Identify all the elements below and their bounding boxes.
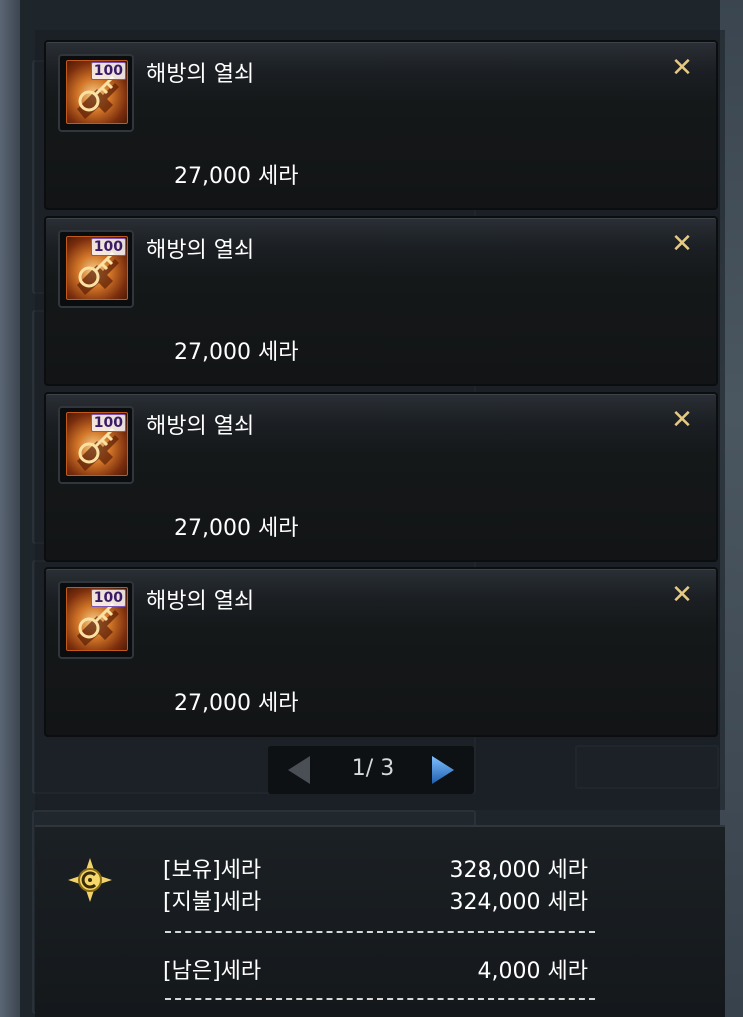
- paid-sera-label: [지불]세라: [163, 890, 262, 915]
- item-price: 27,000 세라: [174, 164, 299, 189]
- key-item-icon: 100: [66, 236, 128, 300]
- summary-divider: [165, 998, 595, 1000]
- key-item-icon: 100: [66, 60, 128, 124]
- level-badge: 100: [90, 589, 126, 607]
- key-item-icon: 100: [66, 587, 128, 651]
- item-slot[interactable]: 100: [58, 230, 134, 308]
- level-badge: 100: [90, 62, 126, 80]
- owned-sera-label: [보유]세라: [163, 858, 262, 883]
- remove-item-icon[interactable]: ✕: [668, 406, 696, 434]
- next-page-arrow-icon[interactable]: [426, 754, 460, 786]
- sera-currency-icon: [66, 856, 114, 904]
- owned-sera-value: 328,000 세라: [449, 858, 588, 883]
- level-badge: 100: [90, 238, 126, 256]
- background-left-edge: [0, 0, 20, 1017]
- item-name: 해방의 열쇠: [146, 414, 255, 439]
- remove-item-icon[interactable]: ✕: [668, 54, 696, 82]
- item-price: 27,000 세라: [174, 516, 299, 541]
- key-item-icon: 100: [66, 412, 128, 476]
- item-name: 해방의 열쇠: [146, 589, 255, 614]
- item-name: 해방의 열쇠: [146, 62, 255, 87]
- page-indicator: 1/ 3: [351, 756, 395, 781]
- item-price: 27,000 세라: [174, 340, 299, 365]
- item-name: 해방의 열쇠: [146, 238, 255, 263]
- item-slot[interactable]: 100: [58, 406, 134, 484]
- cart-item-card: 100 해방의 열쇠 27,000 세라 ✕: [44, 216, 718, 386]
- item-slot[interactable]: 100: [58, 581, 134, 659]
- cart-pager: 1/ 3: [268, 746, 474, 794]
- prev-page-arrow-icon[interactable]: [282, 754, 316, 786]
- level-badge: 100: [90, 414, 126, 432]
- cart-item-card: 100 해방의 열쇠 27,000 세라 ✕: [44, 40, 718, 210]
- summary-divider: [165, 931, 595, 933]
- remove-item-icon[interactable]: ✕: [668, 230, 696, 258]
- item-price: 27,000 세라: [174, 691, 299, 716]
- paid-sera-value: 324,000 세라: [449, 890, 588, 915]
- remaining-sera-value: 4,000 세라: [477, 959, 588, 984]
- cart-item-card: 100 해방의 열쇠 27,000 세라 ✕: [44, 392, 718, 562]
- remove-item-icon[interactable]: ✕: [668, 581, 696, 609]
- payment-summary-panel: [35, 825, 725, 1017]
- cart-item-card: 100 해방의 열쇠 27,000 세라 ✕: [44, 567, 718, 737]
- remaining-sera-label: [남은]세라: [163, 959, 262, 984]
- cash-shop-screen: 100 해방의 열쇠 27,000 세라 ✕ 100 해방의 열쇠 27,000…: [0, 0, 743, 1017]
- item-slot[interactable]: 100: [58, 54, 134, 132]
